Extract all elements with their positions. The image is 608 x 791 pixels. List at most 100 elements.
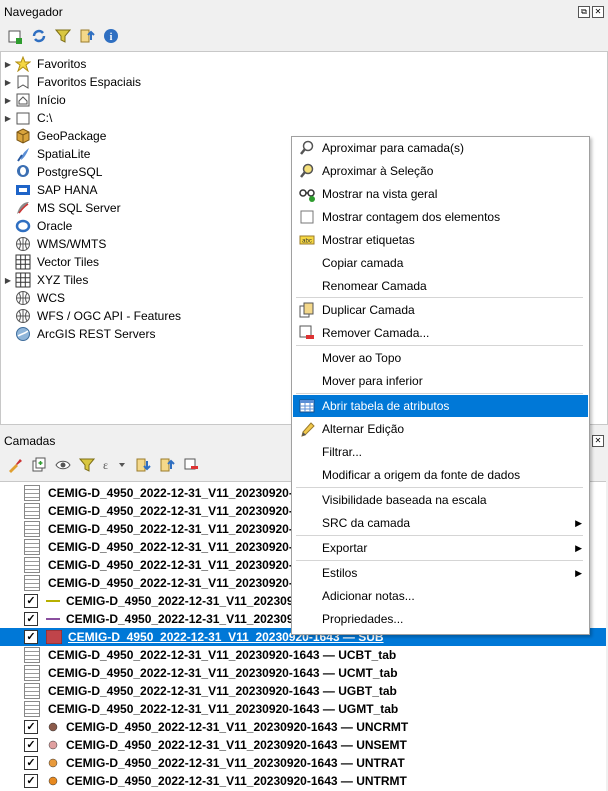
nav-item-oracle[interactable]: Oracle — [1, 217, 72, 235]
remove-layer-icon[interactable] — [182, 456, 200, 474]
add-selected-layers-icon[interactable] — [6, 27, 24, 45]
nav-item-label: XYZ Tiles — [37, 273, 89, 287]
expression-filter-icon[interactable]: ε — [102, 456, 128, 474]
menu-item-remove-layer[interactable]: Remover Camada... — [293, 322, 588, 344]
expand-arrow-icon[interactable]: ▶ — [1, 276, 15, 285]
layer-visibility-checkbox[interactable]: ✓ — [24, 756, 38, 770]
expand-arrow-icon[interactable]: ▶ — [1, 78, 15, 87]
menu-separator — [296, 393, 583, 394]
geopackage-icon — [15, 128, 31, 144]
visibility-eye-icon[interactable] — [54, 456, 72, 474]
layer-context-menu: Aproximar para camada(s) Aproximar à Sel… — [291, 136, 590, 635]
layer-visibility-checkbox[interactable]: ✓ — [24, 774, 38, 788]
mssql-icon — [15, 200, 31, 216]
duplicate-icon — [299, 302, 315, 318]
close-panel-icon[interactable]: ✕ — [592, 6, 604, 18]
layer-visibility-checkbox[interactable]: ✓ — [24, 612, 38, 626]
menu-item-zoom-to-layer[interactable]: Aproximar para camada(s) — [293, 137, 588, 159]
menu-item-toggle-editing[interactable]: Alternar Edição — [293, 418, 588, 440]
layer-row[interactable]: ✓ CEMIG-D_4950_2022-12-31_V11_20230920-1… — [0, 754, 606, 772]
postgresql-icon — [15, 164, 31, 180]
menu-item-styles[interactable]: Estilos ▶ — [293, 562, 588, 584]
table-icon — [24, 665, 40, 681]
layer-row[interactable]: CEMIG-D_4950_2022-12-31_V11_20230920-164… — [0, 682, 606, 700]
menu-item-properties[interactable]: Propriedades... — [293, 608, 588, 630]
menu-item-filter[interactable]: Filtrar... — [293, 441, 588, 463]
menu-item-rename-layer[interactable]: Renomear Camada — [293, 275, 588, 297]
nav-item-arcgis-rest[interactable]: ArcGIS REST Servers — [1, 325, 155, 343]
info-icon[interactable]: i — [102, 27, 120, 45]
menu-item-open-attribute-table[interactable]: Abrir tabela de atributos — [293, 395, 588, 417]
add-group-icon[interactable] — [30, 456, 48, 474]
menu-item-change-data-source[interactable]: Modificar a origem da fonte de dados — [293, 464, 588, 486]
nav-item-label: GeoPackage — [37, 129, 107, 143]
nav-item-c-drive[interactable]: ▶ C:\ — [1, 109, 52, 127]
table-icon — [24, 575, 40, 591]
line-symbol-icon — [46, 594, 60, 608]
menu-item-show-labels[interactable]: abc Mostrar etiquetas — [293, 229, 588, 251]
nav-item-vector-tiles[interactable]: Vector Tiles — [1, 253, 99, 271]
svg-text:ε: ε — [103, 458, 108, 472]
layer-row[interactable]: ✓ CEMIG-D_4950_2022-12-31_V11_20230920-1… — [0, 772, 606, 790]
point-symbol-icon — [46, 756, 60, 770]
nav-item-geopackage[interactable]: GeoPackage — [1, 127, 106, 145]
layer-row[interactable]: ✓ CEMIG-D_4950_2022-12-31_V11_20230920-1… — [0, 718, 606, 736]
menu-item-add-notes[interactable]: Adicionar notas... — [293, 585, 588, 607]
nav-item-wfs[interactable]: WFS / OGC API - Features — [1, 307, 181, 325]
vector-tiles-icon — [15, 254, 31, 270]
menu-item-zoom-to-selection[interactable]: Aproximar à Seleção — [293, 160, 588, 182]
layers-title-buttons: ✕ — [592, 435, 604, 447]
menu-item-move-to-bottom[interactable]: Mover para inferior — [293, 370, 588, 392]
nav-item-sap-hana[interactable]: SAP HANA — [1, 181, 97, 199]
menu-item-show-in-overview[interactable]: Mostrar na vista geral — [293, 183, 588, 205]
nav-item-spatialite[interactable]: SpatiaLite — [1, 145, 90, 163]
layers-toolbar: ε — [6, 454, 200, 476]
nav-item-inicio[interactable]: ▶ Início — [1, 91, 66, 109]
layer-row[interactable]: CEMIG-D_4950_2022-12-31_V11_20230920-164… — [0, 664, 606, 682]
nav-item-favoritos-espaciais[interactable]: ▶ Favoritos Espaciais — [1, 73, 141, 91]
layer-row[interactable]: CEMIG-D_4950_2022-12-31_V11_20230920-164… — [0, 700, 606, 718]
expand-arrow-icon[interactable]: ▶ — [1, 96, 15, 105]
spatialite-icon — [15, 146, 31, 162]
svg-text:i: i — [110, 32, 113, 43]
menu-item-scale-visibility[interactable]: Visibilidade baseada na escala — [293, 489, 588, 511]
nav-item-mssql[interactable]: MS SQL Server — [1, 199, 121, 217]
expand-arrow-icon[interactable]: ▶ — [1, 114, 15, 123]
filter-icon[interactable] — [54, 27, 72, 45]
menu-separator — [296, 535, 583, 536]
nav-item-wms[interactable]: WMS/WMTS — [1, 235, 106, 253]
nav-item-wcs[interactable]: WCS — [1, 289, 65, 307]
close-panel-icon[interactable]: ✕ — [592, 435, 604, 447]
expand-arrow-icon[interactable]: ▶ — [1, 60, 15, 69]
menu-item-layer-crs[interactable]: SRC da camada ▶ — [293, 512, 588, 534]
layer-visibility-checkbox[interactable]: ✓ — [24, 630, 38, 644]
menu-separator — [296, 345, 583, 346]
nav-item-postgresql[interactable]: PostgreSQL — [1, 163, 102, 181]
menu-item-export[interactable]: Exportar ▶ — [293, 537, 588, 559]
layer-row[interactable]: CEMIG-D_4950_2022-12-31_V11_20230920-164… — [0, 646, 606, 664]
nav-item-label: WCS — [37, 291, 65, 305]
nav-item-label: Favoritos Espaciais — [37, 75, 142, 89]
nav-item-xyz-tiles[interactable]: ▶ XYZ Tiles — [1, 271, 88, 289]
layer-row[interactable]: ✓ CEMIG-D_4950_2022-12-31_V11_20230920-1… — [0, 736, 606, 754]
layer-visibility-checkbox[interactable]: ✓ — [24, 738, 38, 752]
layer-visibility-checkbox[interactable]: ✓ — [24, 594, 38, 608]
float-panel-icon[interactable]: ⧉ — [578, 6, 590, 18]
expand-all-icon[interactable] — [134, 456, 152, 474]
nav-item-label: SpatiaLite — [37, 147, 91, 161]
wms-icon — [15, 236, 31, 252]
collapse-all-icon[interactable] — [158, 456, 176, 474]
layer-filter-icon[interactable] — [78, 456, 96, 474]
collapse-all-icon[interactable] — [78, 27, 96, 45]
layer-visibility-checkbox[interactable]: ✓ — [24, 720, 38, 734]
refresh-icon[interactable] — [30, 27, 48, 45]
menu-item-show-feature-count[interactable]: Mostrar contagem dos elementos — [293, 206, 588, 228]
menu-item-move-to-top[interactable]: Mover ao Topo — [293, 347, 588, 369]
sap-hana-icon — [15, 182, 31, 198]
nav-item-favoritos[interactable]: ▶ Favoritos — [1, 55, 86, 73]
menu-item-duplicate-layer[interactable]: Duplicar Camada — [293, 299, 588, 321]
folder-icon — [15, 110, 31, 126]
navigator-toolbar: i — [6, 25, 120, 47]
style-brush-icon[interactable] — [6, 456, 24, 474]
menu-item-copy-layer[interactable]: Copiar camada — [293, 252, 588, 274]
